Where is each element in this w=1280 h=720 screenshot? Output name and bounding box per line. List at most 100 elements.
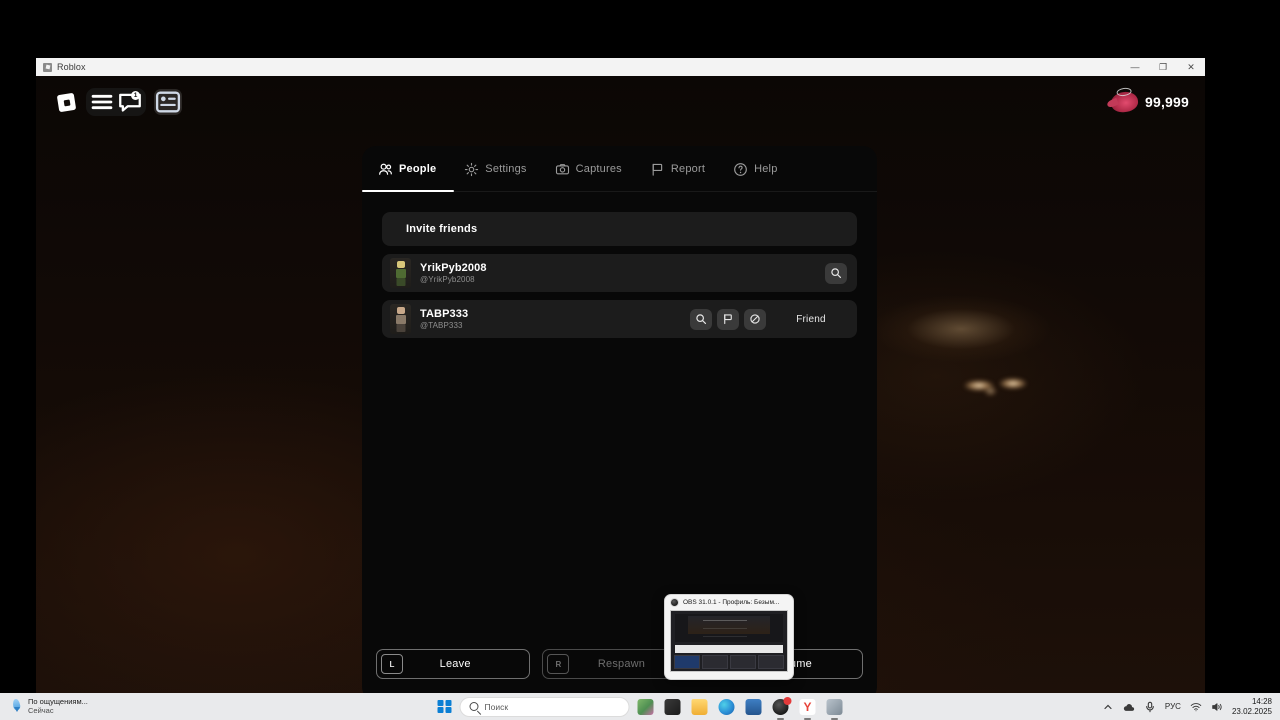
store-icon bbox=[745, 698, 762, 715]
chat-button[interactable]: 1 bbox=[117, 90, 143, 114]
taskbar-app-edge[interactable] bbox=[716, 696, 738, 718]
player-name: YrikPyb2008 bbox=[420, 262, 487, 274]
photos-icon bbox=[637, 698, 654, 715]
onedrive-icon[interactable] bbox=[1123, 701, 1135, 713]
tab-help-label: Help bbox=[754, 163, 778, 175]
taskbar-center: Поиск Y bbox=[435, 696, 846, 720]
esc-menu-content: Invite friends YrikPyb2008 @YrikPyb2008 bbox=[362, 192, 877, 649]
clock[interactable]: 14:28 23.02.2025 bbox=[1232, 697, 1272, 717]
obs-docks bbox=[671, 653, 787, 671]
obs-canvas bbox=[675, 614, 783, 642]
tab-settings[interactable]: Settings bbox=[450, 146, 540, 192]
taskbar-app-yandex[interactable]: Y bbox=[797, 696, 819, 720]
window-title: Roblox bbox=[57, 62, 86, 72]
tab-report[interactable]: Report bbox=[636, 146, 719, 192]
desktop: Roblox — ❐ ✕ 1 99,999 People Settings Ca… bbox=[0, 0, 1280, 720]
people-icon bbox=[378, 162, 393, 177]
search-placeholder: Поиск bbox=[484, 701, 509, 712]
leave-label: Leave bbox=[439, 658, 471, 670]
roblox-app-icon bbox=[43, 62, 52, 72]
weather-widget[interactable]: По ощущениям... Сейчас bbox=[0, 697, 180, 715]
taskbar-app-obs[interactable] bbox=[770, 696, 792, 720]
roblox-topbar: 1 99,999 bbox=[36, 76, 1205, 128]
volume-icon[interactable] bbox=[1211, 701, 1223, 713]
currency-value: 99,999 bbox=[1144, 94, 1189, 110]
window-titlebar[interactable]: Roblox — ❐ ✕ bbox=[36, 58, 1205, 76]
block-icon bbox=[750, 314, 760, 324]
roblox-window: Roblox — ❐ ✕ 1 99,999 People Settings Ca… bbox=[36, 58, 1205, 693]
tab-captures-label: Captures bbox=[575, 163, 622, 175]
view-profile-button[interactable] bbox=[690, 308, 712, 330]
leave-button[interactable]: L Leave bbox=[376, 649, 531, 679]
gear-icon bbox=[464, 162, 479, 177]
scene-light-icon bbox=[999, 378, 1027, 389]
invite-friends-button[interactable]: Invite friends bbox=[382, 212, 857, 247]
hamburger-menu-button[interactable] bbox=[89, 90, 115, 114]
weather-text: По ощущениям... Сейчас bbox=[28, 697, 88, 715]
report-player-button[interactable] bbox=[717, 308, 739, 330]
player-actions bbox=[825, 262, 847, 284]
taskbar-app-explorer[interactable] bbox=[689, 696, 711, 718]
table-row[interactable]: YrikPyb2008 @YrikPyb2008 bbox=[382, 254, 857, 292]
roblox-logo-button[interactable] bbox=[52, 88, 80, 116]
chat-badge: 1 bbox=[131, 91, 140, 100]
taskbar-app-dark[interactable] bbox=[662, 696, 684, 718]
scene-light-icon bbox=[984, 386, 997, 396]
clock-date: 23.02.2025 bbox=[1231, 706, 1272, 716]
chevron-up-icon[interactable] bbox=[1102, 701, 1114, 713]
player-list-icon bbox=[155, 91, 181, 113]
app-running-indicator bbox=[777, 717, 784, 720]
flag-icon bbox=[650, 162, 665, 177]
player-name: TABP333 bbox=[420, 308, 469, 320]
microphone-icon[interactable] bbox=[1144, 701, 1156, 713]
taskbar-app-photos[interactable] bbox=[635, 696, 657, 718]
wifi-icon[interactable] bbox=[1190, 701, 1202, 713]
tab-report-label: Report bbox=[670, 163, 706, 175]
hamburger-menu-icon bbox=[91, 94, 113, 110]
player-actions bbox=[690, 308, 766, 330]
search-icon bbox=[831, 268, 842, 279]
windows-start-icon bbox=[437, 699, 452, 714]
active-tab-underline bbox=[362, 190, 454, 192]
player-names: YrikPyb2008 @YrikPyb2008 bbox=[420, 262, 816, 284]
weather-icon bbox=[10, 698, 23, 714]
weather-line2: Сейчас bbox=[28, 705, 54, 715]
flag-icon bbox=[724, 314, 732, 325]
roblox-logo-icon bbox=[56, 92, 76, 112]
yandex-icon: Y bbox=[799, 698, 816, 715]
tab-help[interactable]: Help bbox=[719, 146, 791, 192]
player-names: TABP333 @TABP333 bbox=[420, 308, 681, 330]
currency-display[interactable]: 99,999 bbox=[1109, 90, 1189, 114]
system-tray: РУС 14:28 23.02.2025 bbox=[1102, 697, 1280, 717]
app-running-indicator bbox=[831, 717, 838, 720]
tab-settings-label: Settings bbox=[485, 163, 527, 175]
start-button[interactable] bbox=[435, 697, 455, 717]
tab-people[interactable]: People bbox=[364, 146, 450, 192]
player-list-button[interactable] bbox=[154, 89, 182, 115]
close-button[interactable]: ✕ bbox=[1177, 58, 1205, 76]
taskbar-app-roblox[interactable] bbox=[824, 696, 846, 720]
avatar bbox=[390, 304, 411, 334]
app-running-indicator bbox=[804, 717, 811, 720]
avatar bbox=[390, 258, 411, 288]
table-row[interactable]: TABP333 @TABP333 Friend bbox=[382, 300, 857, 338]
obs-taskbar-preview[interactable]: OBS 31.0.1 - Профиль: Безым... bbox=[664, 594, 794, 680]
obs-toolbar-strip bbox=[675, 645, 783, 653]
tab-captures[interactable]: Captures bbox=[541, 146, 636, 192]
topbar-button-group: 1 bbox=[86, 88, 146, 116]
invite-friends-label: Invite friends bbox=[406, 223, 478, 235]
language-indicator[interactable]: РУС bbox=[1165, 702, 1181, 711]
search-input[interactable]: Поиск bbox=[459, 696, 630, 717]
esc-menu-tabbar: People Settings Captures Report Help bbox=[362, 146, 877, 192]
view-profile-button[interactable] bbox=[825, 262, 847, 284]
obs-icon bbox=[670, 598, 679, 607]
clock-time: 14:28 bbox=[1251, 696, 1272, 706]
maximize-button[interactable]: ❐ bbox=[1149, 58, 1177, 76]
taskbar-app-store[interactable] bbox=[743, 696, 765, 718]
obs-preview-thumbnail bbox=[670, 610, 788, 672]
block-player-button[interactable] bbox=[744, 308, 766, 330]
edge-icon bbox=[718, 698, 735, 715]
minimize-button[interactable]: — bbox=[1121, 58, 1149, 76]
dark-app-icon bbox=[664, 698, 681, 715]
obs-recording-dot-icon bbox=[783, 696, 792, 705]
